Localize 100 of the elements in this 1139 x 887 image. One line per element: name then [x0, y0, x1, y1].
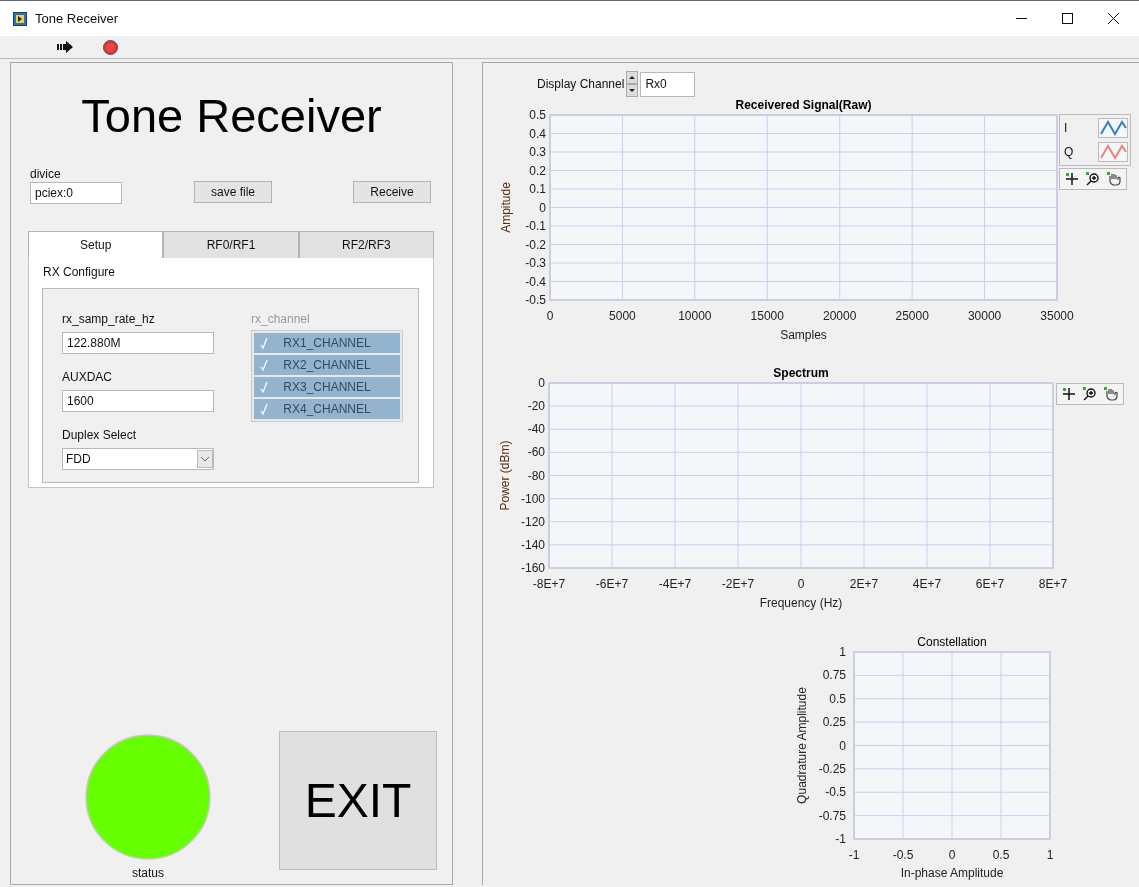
field-label: rx_samp_rate_hz: [62, 312, 156, 327]
stop-icon[interactable]: [103, 39, 118, 55]
field-label: divice: [30, 167, 62, 182]
tick-label: 0: [948, 848, 956, 862]
hand-icon[interactable]: [1107, 172, 1121, 186]
tab[interactable]: RF2/RF3: [298, 231, 434, 258]
axis-title: Quadrature Amplitude: [795, 687, 809, 804]
tick-label: 15000: [750, 309, 784, 323]
tick-label: -2E+7: [721, 577, 755, 591]
group-title: RX Configure: [43, 265, 116, 279]
cursor-icon[interactable]: [1062, 387, 1076, 401]
chart-title: Constellation: [917, 635, 987, 649]
tick-label: -0.25: [818, 761, 846, 776]
tick-label: 25000: [895, 309, 929, 323]
field-label: Display Channel: [537, 77, 625, 91]
field-label: Duplex Select: [62, 428, 138, 443]
tick-label: 4E+7: [912, 577, 942, 591]
exit-button[interactable]: EXIT: [279, 731, 437, 870]
tick-label: 0: [538, 376, 545, 390]
tick-label: 0.3: [529, 145, 546, 159]
tick-label: 0: [797, 577, 805, 591]
tick-label: 30000: [967, 309, 1002, 323]
tick-label: 0.2: [529, 163, 546, 178]
tab[interactable]: RF0/RF1: [163, 231, 299, 258]
tick-label: 0.1: [529, 182, 546, 196]
tick-label: 35000: [1040, 309, 1074, 323]
field-label: AUXDAC: [62, 370, 113, 385]
tick-label: 0.5: [992, 848, 1010, 862]
close-icon[interactable]: [1108, 13, 1119, 24]
axis-title: Power (dBm): [498, 440, 512, 511]
chevron-down-icon: [197, 450, 213, 468]
cursor-icon[interactable]: [1065, 172, 1079, 186]
text-field[interactable]: 1600: [62, 390, 214, 412]
tick-label: 10000: [678, 309, 712, 323]
tick-label: -100: [520, 491, 545, 506]
check-icon: [260, 359, 268, 371]
tick-label: 8E+7: [1038, 577, 1068, 591]
tick-label: -1: [835, 832, 846, 846]
window-title: Tone Receiver: [35, 11, 119, 26]
tick-label: 0: [839, 738, 846, 753]
app-icon: [13, 11, 27, 26]
tick-label: 0.75: [822, 668, 846, 683]
tick-label: -120: [520, 514, 545, 529]
tick-label: -0.5: [892, 848, 914, 862]
tick-label: -6E+7: [595, 577, 629, 591]
tick-label: -0.2: [525, 237, 546, 252]
tick-label: -0.5: [525, 293, 546, 307]
tick-label: 0: [546, 309, 554, 323]
axis-title: Samples: [780, 328, 827, 342]
check-icon: [260, 403, 268, 415]
tick-label: -0.5: [825, 785, 846, 800]
check-icon: [260, 337, 268, 349]
spin-arrows-icon[interactable]: [626, 71, 639, 97]
axis-title: Ampitude: [499, 182, 513, 233]
tick-label: 6E+7: [975, 577, 1005, 591]
tick-label: -40: [527, 422, 545, 437]
tick-label: 0: [539, 200, 546, 215]
device-field[interactable]: pciex:0: [30, 182, 122, 204]
tick-label: -0.4: [525, 274, 546, 289]
tick-label: -140: [520, 537, 545, 552]
tick-label: -160: [520, 561, 545, 575]
axis-title: Frequency (Hz): [759, 596, 843, 610]
tick-label: 0.25: [822, 715, 846, 730]
tick-label: -0.1: [525, 219, 546, 233]
check-icon: [260, 381, 268, 393]
panel-heading: Tone Receiver: [80, 88, 383, 144]
hand-icon[interactable]: [1104, 387, 1118, 401]
axis-title: In-phase Amplitude: [900, 866, 1004, 880]
tick-label: 0.4: [529, 126, 546, 141]
tick-label: -0.75: [818, 808, 846, 823]
dropdown[interactable]: FDD: [62, 448, 214, 470]
receive-button[interactable]: Receive: [353, 181, 431, 203]
status-label: status: [132, 866, 164, 880]
zoom-icon[interactable]: [1085, 172, 1101, 186]
zoom-icon[interactable]: [1082, 387, 1098, 401]
tick-label: 0.5: [529, 108, 546, 122]
tick-label: -1: [848, 848, 860, 862]
tick-label: -80: [527, 468, 545, 483]
tick-label: 1: [1046, 848, 1054, 862]
line-sample-icon[interactable]: [1098, 118, 1128, 138]
chart-title: Spectrum: [773, 366, 829, 380]
maximize-icon[interactable]: [1062, 13, 1073, 24]
tick-label: -60: [527, 445, 545, 460]
tick-label: 5000: [609, 309, 636, 323]
tick-label: 1: [839, 645, 846, 659]
legend-label: Q: [1064, 145, 1074, 159]
legend-label: I: [1064, 121, 1068, 135]
save-file-button[interactable]: save file: [194, 181, 272, 203]
chart-title: Receivered Signal(Raw): [735, 98, 872, 112]
run-arrow-icon[interactable]: [57, 41, 73, 53]
tick-label: -0.3: [525, 256, 546, 270]
text-field[interactable]: 122.880M: [62, 332, 214, 354]
channel-field[interactable]: Rx0: [640, 71, 696, 97]
tick-label: -4E+7: [658, 577, 692, 591]
tick-label: 2E+7: [849, 577, 879, 591]
tab[interactable]: Setup: [28, 231, 164, 258]
list-label: rx_channel: [251, 312, 311, 327]
tick-label: -20: [527, 399, 545, 414]
tick-label: 0.5: [829, 691, 846, 706]
tick-label: -8E+7: [532, 577, 566, 591]
